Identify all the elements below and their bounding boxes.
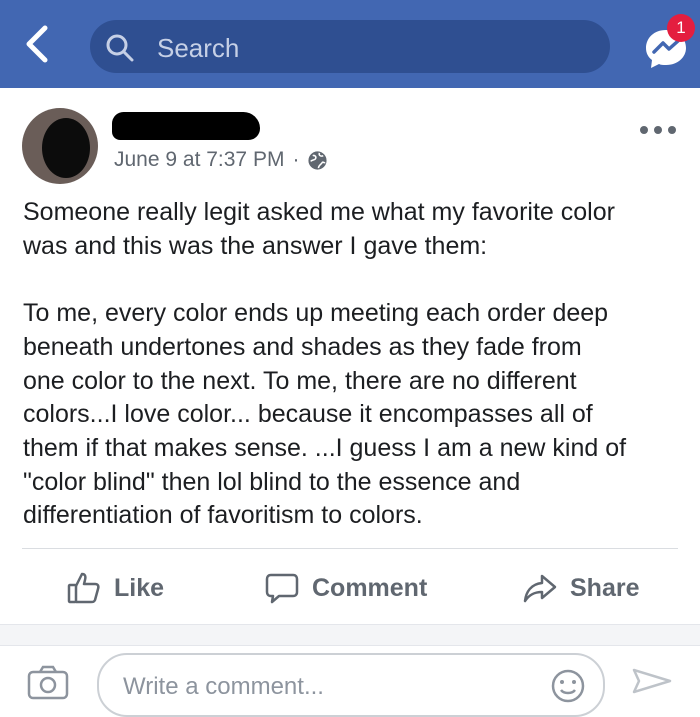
section-separator xyxy=(0,624,700,646)
search-icon xyxy=(106,34,134,62)
dot-icon xyxy=(654,126,662,134)
meta-separator: · xyxy=(292,148,300,171)
avatar-redaction xyxy=(42,118,90,178)
comment-bubble-icon xyxy=(265,573,299,604)
share-label: Share xyxy=(570,573,640,602)
avatar[interactable] xyxy=(22,108,98,184)
post-paragraph: To me, every color ends up meeting each … xyxy=(23,299,627,530)
send-icon[interactable] xyxy=(632,666,672,696)
back-button[interactable] xyxy=(16,22,56,66)
camera-icon[interactable] xyxy=(26,664,70,700)
dot-icon xyxy=(668,126,676,134)
more-options-button[interactable] xyxy=(640,122,682,138)
author-name-redacted[interactable] xyxy=(112,112,260,140)
post-text: Someone really legit asked me what my fa… xyxy=(23,196,683,533)
top-navigation-bar: Search 1 xyxy=(0,0,700,88)
notification-badge: 1 xyxy=(667,14,695,42)
comment-button[interactable]: Comment xyxy=(264,560,427,616)
dot-icon xyxy=(640,126,648,134)
share-arrow-icon xyxy=(523,574,557,603)
post-meta: June 9 at 7:37 PM · xyxy=(114,146,328,174)
comment-label: Comment xyxy=(312,573,428,602)
divider xyxy=(22,548,678,549)
thumbs-up-icon xyxy=(67,572,100,604)
globe-icon xyxy=(308,150,328,170)
post-timestamp[interactable]: June 9 at 7:37 PM xyxy=(114,148,284,172)
like-label: Like xyxy=(114,573,165,602)
back-arrow-icon xyxy=(26,25,48,63)
search-placeholder: Search xyxy=(157,33,240,63)
comment-placeholder: Write a comment... xyxy=(123,673,324,700)
like-button[interactable]: Like xyxy=(66,560,164,616)
search-input[interactable]: Search xyxy=(90,20,610,73)
post-actions: Like Comment Share xyxy=(0,560,700,616)
post-paragraph: Someone really legit asked me what my fa… xyxy=(23,198,615,260)
share-button[interactable]: Share xyxy=(522,560,639,616)
emoji-icon[interactable] xyxy=(550,668,586,704)
comment-input[interactable]: Write a comment... xyxy=(97,653,605,717)
